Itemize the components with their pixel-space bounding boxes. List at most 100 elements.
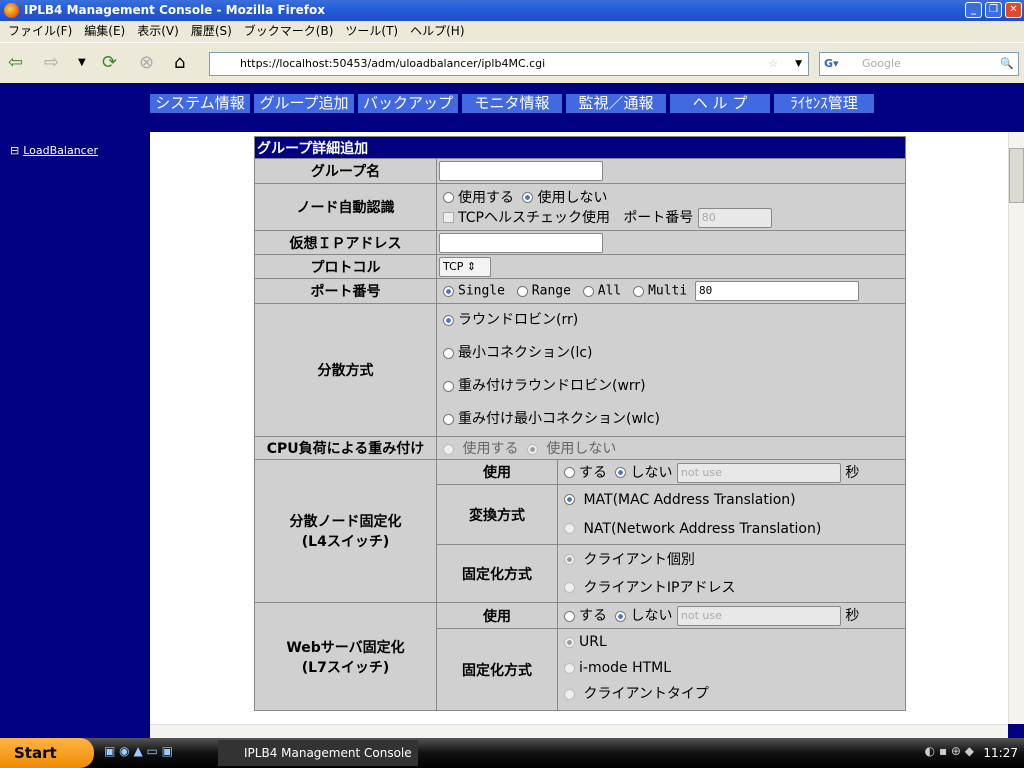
nav-monitor-alert[interactable]: 監視／通報 bbox=[566, 94, 666, 113]
reload-icon[interactable]: ⟳ bbox=[102, 53, 117, 73]
tcp-check-checkbox[interactable] bbox=[443, 212, 454, 223]
dist-wlc-label: 重み付け最小コネクション(wlc) bbox=[458, 411, 660, 427]
content-frame: グループ詳細追加 グループ名 ノード自動認識 使用する 使用しない TCPヘルス… bbox=[150, 132, 1008, 724]
maximize-button[interactable]: ❐ bbox=[985, 2, 1002, 18]
port-range-label: Range bbox=[531, 283, 571, 299]
l7-no-radio[interactable] bbox=[615, 610, 627, 622]
node-auto-use-radio[interactable] bbox=[443, 192, 454, 203]
l4-yes-radio[interactable] bbox=[564, 467, 575, 478]
l7-imode-label: i-mode HTML bbox=[579, 660, 672, 676]
quicklaunch-icons[interactable]: ▣ ◉ ▲ ▭ ▣ bbox=[104, 744, 173, 758]
port-multi-radio[interactable] bbox=[633, 285, 645, 297]
start-button[interactable]: Start bbox=[0, 738, 94, 768]
nav-license[interactable]: ﾗｲｾﾝｽ管理 bbox=[774, 94, 874, 113]
google-icon[interactable]: G▾ bbox=[824, 53, 839, 75]
url-text: https://localhost:50453/adm/uloadbalance… bbox=[240, 57, 546, 70]
l7-url-radio[interactable] bbox=[564, 636, 575, 648]
l4-mat-radio[interactable] bbox=[564, 494, 575, 505]
l7-yes-label: する bbox=[579, 608, 607, 624]
nav-help[interactable]: ヘ ル プ bbox=[670, 94, 770, 113]
label-node-auto: ノード自動認識 bbox=[254, 183, 437, 231]
taskbar-firefox-task[interactable]: IPLB4 Management Console bbox=[218, 740, 418, 766]
label-l4: 分散ノード固定化 (L4スイッチ) bbox=[254, 459, 437, 603]
port-input[interactable]: 80 bbox=[695, 281, 860, 301]
l4-mat-label: MAT(MAC Address Translation) bbox=[583, 491, 796, 508]
url-dropdown-icon[interactable]: ▼ bbox=[795, 53, 802, 75]
menu-help[interactable]: ヘルプ(H) bbox=[406, 21, 472, 42]
menu-tools[interactable]: ツール(T) bbox=[341, 21, 406, 42]
dist-wrr-label: 重み付けラウンドロビン(wrr) bbox=[458, 378, 646, 394]
port-all-label: All bbox=[597, 283, 622, 299]
node-auto-use-label: 使用する bbox=[458, 189, 514, 206]
l4-clientip-radio[interactable] bbox=[564, 582, 575, 593]
l7-label-line1: Webサーバ固定化 bbox=[286, 639, 405, 656]
history-dropdown-icon[interactable]: ▼ bbox=[78, 53, 86, 73]
forward-icon[interactable]: ⇨ bbox=[44, 53, 59, 73]
cpu-nouse-radio[interactable] bbox=[526, 443, 538, 455]
horizontal-scrollbar[interactable] bbox=[150, 724, 1008, 738]
l7-yes-radio[interactable] bbox=[564, 610, 575, 622]
port-single-radio[interactable] bbox=[443, 285, 454, 297]
group-name-input[interactable] bbox=[439, 161, 603, 181]
menu-bookmarks[interactable]: ブックマーク(B) bbox=[240, 21, 342, 42]
menu-history[interactable]: 履歴(S) bbox=[187, 21, 240, 42]
back-icon[interactable]: ⇦ bbox=[8, 53, 23, 73]
label-group-name: グループ名 bbox=[254, 158, 437, 184]
menu-edit[interactable]: 編集(E) bbox=[80, 21, 133, 42]
vertical-scrollbar[interactable] bbox=[1008, 132, 1024, 724]
scroll-thumb[interactable] bbox=[1009, 148, 1024, 203]
nav-add-group[interactable]: グループ追加 bbox=[254, 94, 354, 113]
collapse-icon[interactable]: ⊟ bbox=[10, 144, 19, 157]
l7-clienttype-radio[interactable] bbox=[564, 688, 575, 700]
search-icon[interactable]: 🔍 bbox=[1000, 53, 1014, 75]
l4-nat-radio[interactable] bbox=[564, 523, 575, 534]
navigation-toolbar: ⇦ ⇨ ▼ ⟳ ⊗ ⌂ https://localhost:50453/adm/… bbox=[0, 42, 1024, 83]
menu-bar: ファイル(F) 編集(E) 表示(V) 履歴(S) ブックマーク(B) ツール(… bbox=[0, 21, 1024, 42]
stop-icon[interactable]: ⊗ bbox=[139, 53, 154, 73]
l4-client-radio[interactable] bbox=[564, 554, 575, 565]
l4-conv-label: 変換方式 bbox=[436, 484, 558, 545]
menu-file[interactable]: ファイル(F) bbox=[4, 21, 80, 42]
nav-backup[interactable]: バックアップ bbox=[358, 94, 458, 113]
home-icon[interactable]: ⌂ bbox=[174, 53, 185, 73]
url-bar[interactable]: https://localhost:50453/adm/uloadbalance… bbox=[209, 52, 809, 76]
l4-unit: 秒 bbox=[845, 464, 860, 481]
group-detail-form: グループ詳細追加 グループ名 ノード自動認識 使用する 使用しない TCPヘルス… bbox=[254, 136, 906, 711]
page: システム情報 グループ追加 バックアップ モニタ情報 監視／通報 ヘ ル プ ﾗ… bbox=[0, 83, 1024, 738]
close-button[interactable]: ✕ bbox=[1005, 2, 1022, 18]
l4-client-label: クライアント個別 bbox=[583, 551, 695, 568]
bookmark-star-icon[interactable]: ☆ bbox=[768, 53, 778, 75]
l4-label-line1: 分散ノード固定化 bbox=[289, 514, 402, 530]
tree-item-loadbalancer[interactable]: LoadBalancer bbox=[23, 144, 98, 157]
dist-wrr-radio[interactable] bbox=[443, 380, 454, 392]
spinner-icon: ⇕ bbox=[466, 259, 477, 273]
cpu-use-radio[interactable] bbox=[443, 443, 454, 455]
l7-timeout-input[interactable]: not use bbox=[676, 606, 841, 626]
nav-monitor-info[interactable]: モニタ情報 bbox=[462, 94, 562, 113]
nav-system-info[interactable]: システム情報 bbox=[150, 94, 250, 113]
dist-lc-radio[interactable] bbox=[443, 347, 454, 359]
l7-label-line2: (L7スイッチ) bbox=[301, 659, 390, 676]
vip-input[interactable] bbox=[439, 232, 603, 253]
health-port-input[interactable]: 80 bbox=[697, 207, 772, 228]
l7-no-label: しない bbox=[630, 608, 673, 624]
protocol-select[interactable]: TCP ⇕ bbox=[439, 256, 491, 277]
l7-clienttype-label: クライアントタイプ bbox=[583, 686, 709, 702]
search-placeholder: Google bbox=[862, 57, 901, 70]
minimize-button[interactable]: _ bbox=[965, 2, 982, 18]
l4-no-radio[interactable] bbox=[615, 467, 627, 478]
l4-timeout-input[interactable]: not use bbox=[676, 462, 841, 483]
l4-use-label: 使用 bbox=[436, 459, 558, 485]
l4-yes-label: する bbox=[579, 464, 607, 481]
node-auto-nouse-radio[interactable] bbox=[522, 192, 534, 203]
dist-rr-radio[interactable] bbox=[443, 314, 454, 326]
l7-use-label: 使用 bbox=[436, 602, 558, 629]
port-all-radio[interactable] bbox=[582, 285, 594, 297]
search-input[interactable]: G▾ Google 🔍 bbox=[819, 52, 1019, 76]
dist-wlc-radio[interactable] bbox=[443, 413, 454, 425]
protocol-value: TCP bbox=[443, 259, 464, 273]
menu-view[interactable]: 表示(V) bbox=[133, 21, 187, 42]
l7-imode-radio[interactable] bbox=[564, 662, 575, 674]
cpu-nouse-label: 使用しない bbox=[546, 441, 617, 457]
port-range-radio[interactable] bbox=[516, 285, 528, 297]
